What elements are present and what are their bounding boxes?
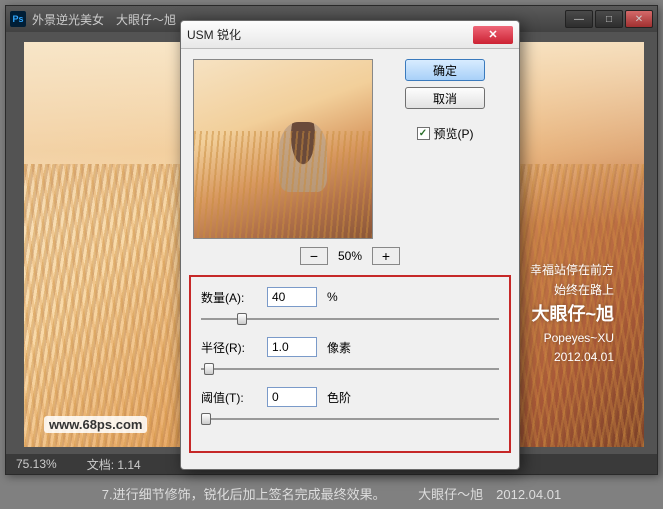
dialog-titlebar[interactable]: USM 锐化 ✕ [181,21,519,49]
close-button[interactable]: ✕ [625,10,653,28]
preview-label: 预览(P) [434,125,474,142]
usm-sharpen-dialog: USM 锐化 ✕ 确定 取消 ✓ 预览(P) − 50% + 数量(A): [180,20,520,470]
image-signature: 幸福站停在前方 始终在路上 大眼仔~旭 Popeyes~XU 2012.04.0… [530,261,614,367]
radius-unit: 像素 [327,339,351,356]
amount-input[interactable] [267,287,317,307]
radius-slider[interactable] [201,361,499,377]
zoom-in-button[interactable]: + [372,247,400,265]
watermark: www.68ps.com [44,416,147,433]
amount-label: 数量(A): [201,289,261,306]
zoom-percent: 50% [338,249,362,263]
threshold-label: 阈值(T): [201,389,261,406]
dialog-title: USM 锐化 [187,26,473,43]
preview-image[interactable] [193,59,373,239]
zoom-level: 75.13% [16,457,57,471]
preview-checkbox[interactable]: ✓ [417,127,430,140]
threshold-unit: 色阶 [327,389,351,406]
radius-input[interactable] [267,337,317,357]
doc-size: 文档: 1.14 [87,456,141,473]
parameters-group: 数量(A): % 半径(R): 像素 阈值(T): 色阶 [189,275,511,453]
cancel-button[interactable]: 取消 [405,87,485,109]
amount-unit: % [327,290,338,304]
zoom-out-button[interactable]: − [300,247,328,265]
radius-label: 半径(R): [201,339,261,356]
photoshop-icon: Ps [10,11,26,27]
threshold-slider[interactable] [201,411,499,427]
threshold-input[interactable] [267,387,317,407]
preview-checkbox-row[interactable]: ✓ 预览(P) [417,125,474,142]
dialog-close-button[interactable]: ✕ [473,26,513,44]
maximize-button[interactable]: □ [595,10,623,28]
amount-slider[interactable] [201,311,499,327]
page-caption: 7.进行细节修饰，锐化后加上签名完成最终效果。 大眼仔～旭 2012.04.01 [0,484,663,503]
ok-button[interactable]: 确定 [405,59,485,81]
minimize-button[interactable]: — [565,10,593,28]
